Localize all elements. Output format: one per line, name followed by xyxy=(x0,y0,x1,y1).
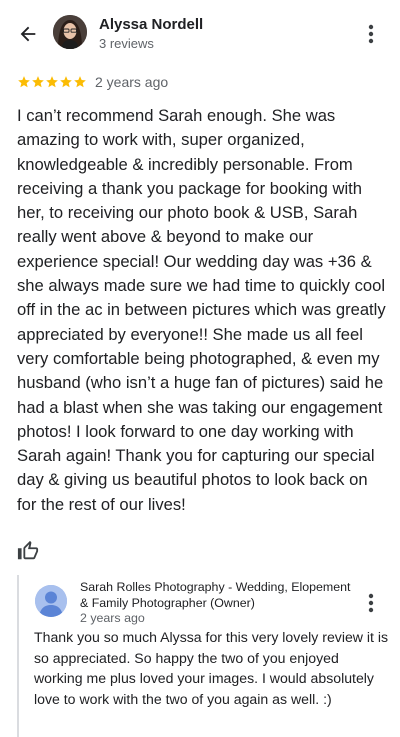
owner-reply-more-button[interactable] xyxy=(361,591,381,615)
reviewer-avatar[interactable] xyxy=(53,15,87,49)
more-vert-icon xyxy=(368,593,374,613)
review-header: Alyssa Nordell 3 reviews xyxy=(0,0,400,66)
reviewer-review-count: 3 reviews xyxy=(99,36,154,51)
reviewer-name[interactable]: Alyssa Nordell xyxy=(99,16,203,33)
star-icon xyxy=(46,76,58,88)
owner-reply-date: 2 years ago xyxy=(80,611,145,625)
review-rating-row: 2 years ago xyxy=(17,71,168,93)
review-date: 2 years ago xyxy=(95,74,169,90)
person-icon xyxy=(35,585,67,617)
arrow-back-icon xyxy=(20,26,36,42)
star-icon xyxy=(18,76,30,88)
thumbs-up-icon xyxy=(17,540,39,560)
review-text: I can’t recommend Sarah enough. She was … xyxy=(17,106,386,514)
owner-name: Sarah Rolles Photography - Wedding, Elop… xyxy=(80,580,351,610)
star-icon xyxy=(74,76,86,88)
review-more-options-button[interactable] xyxy=(360,20,382,48)
owner-avatar[interactable] xyxy=(35,585,67,617)
more-vert-icon xyxy=(368,24,374,44)
owner-reply: Sarah Rolles Photography - Wedding, Elop… xyxy=(17,575,400,737)
owner-reply-text: Thank you so much Alyssa for this very l… xyxy=(34,629,389,707)
back-button[interactable] xyxy=(14,20,42,48)
reply-indent-bar xyxy=(17,575,19,737)
avatar-photo xyxy=(53,15,87,49)
star-rating xyxy=(17,75,87,89)
star-icon xyxy=(60,76,72,88)
star-icon xyxy=(32,76,44,88)
like-button[interactable] xyxy=(15,538,41,564)
